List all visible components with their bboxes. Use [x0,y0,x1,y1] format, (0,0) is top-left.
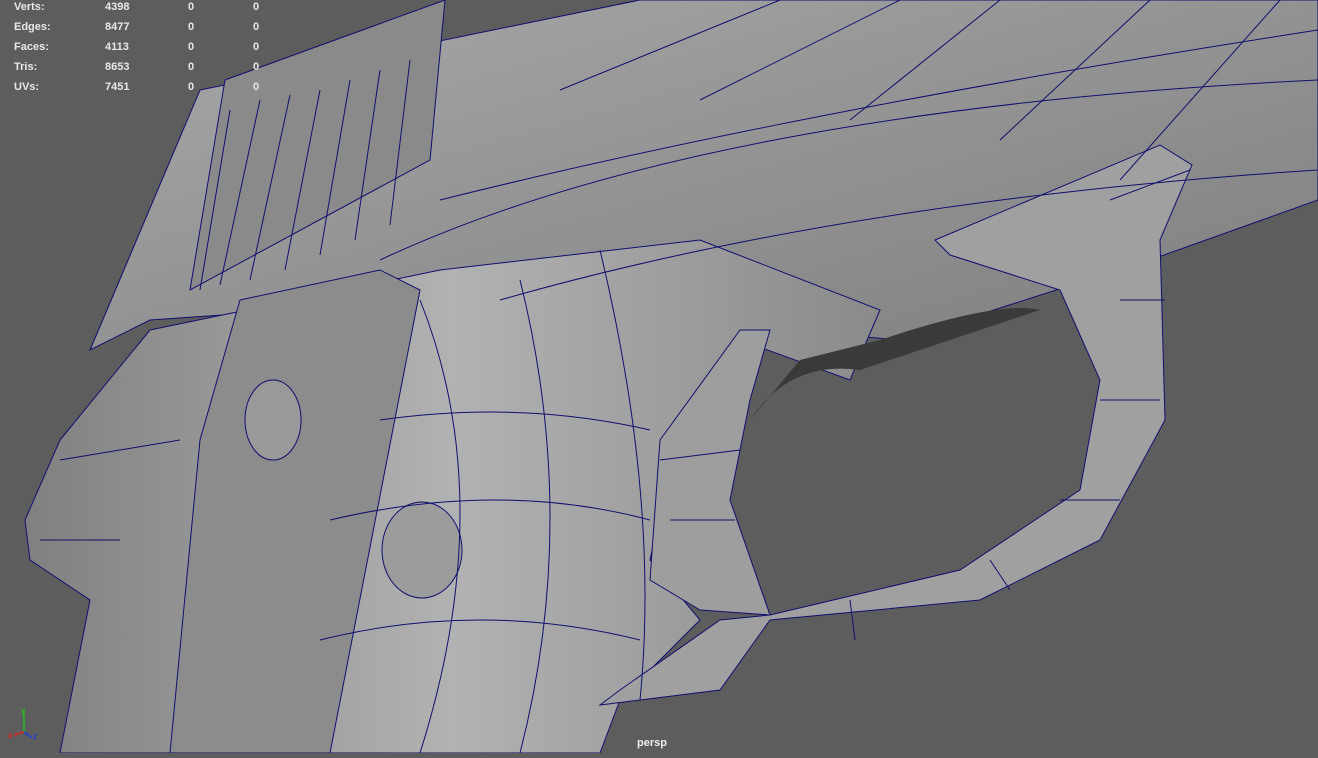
hud-value: 0 [253,21,260,33]
hud-value: 0 [188,1,195,13]
grip-screw-upper [244,379,302,461]
hud-value: 0 [253,61,260,73]
axis-z-label: z [33,732,37,741]
hud-row-edges: Edges: 8477 0 0 [14,21,274,35]
hud-label: Faces: [14,41,49,53]
hud-row-faces: Faces: 4113 0 0 [14,41,274,55]
hud-value: 0 [188,81,195,93]
grip-screw-lower [381,501,463,599]
hud-label: Edges: [14,21,51,33]
hud-value: 0 [188,41,195,53]
hud-value: 7451 [105,81,130,93]
hud-label: Tris: [14,61,38,73]
hud-row-tris: Tris: 8653 0 0 [14,61,274,75]
hud-value: 0 [253,1,260,13]
mesh-render [24,0,1318,754]
axis-x-label: x [8,731,13,740]
axis-gizmo-icon: y x z [8,706,37,741]
hud-value: 8477 [105,21,130,33]
hud-value: 0 [253,41,260,53]
hud-value: 4113 [105,41,129,53]
hud-value: 0 [253,81,260,93]
hud-row-verts: Verts: 4398 0 0 [14,1,274,15]
hud-label: UVs: [14,81,40,93]
3d-viewport[interactable]: Verts: 4398 0 0 Edges: 8477 0 0 Faces: 4113 0 0 T… [0,0,1318,754]
hud-value: 0 [188,21,195,33]
hud-value: 8653 [105,61,130,73]
hud-label: Verts: [14,1,45,13]
hud-row-uvs: UVs: 7451 0 0 [14,81,274,95]
hud-value: 0 [188,61,195,73]
hud-value: 4398 [105,1,130,13]
axis-y-label: y [21,706,26,715]
camera-name-label: persp [637,737,667,749]
